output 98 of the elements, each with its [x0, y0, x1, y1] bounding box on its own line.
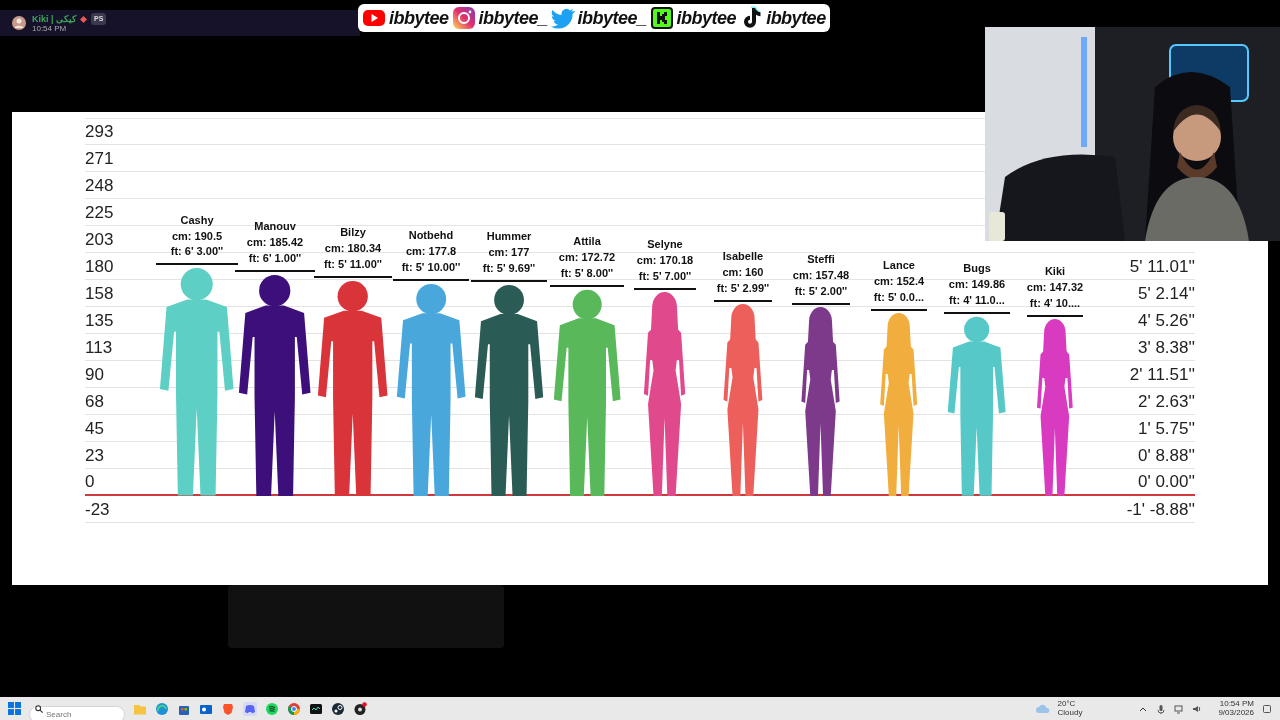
search-icon [35, 704, 43, 713]
height-cm: cm: 177 [488, 244, 530, 260]
height-cm: cm: 170.18 [636, 252, 694, 268]
axis-label: 1' 5.75'' [1138, 419, 1195, 437]
person-name: Manouv [254, 218, 296, 234]
axis-label: -23 [85, 500, 110, 518]
height-ft: ft: 6' 3.00'' [170, 244, 224, 260]
clock-date: 9/03/2026 [1218, 708, 1254, 718]
social-handle: ibbytee [676, 9, 737, 27]
height-cm: cm: 147.32 [1026, 280, 1084, 296]
height-ft: ft: 5' 0.0... [873, 290, 925, 306]
username: Kiki | کیکی [32, 14, 77, 24]
height-cm: cm: 160 [722, 265, 764, 281]
height-cm: cm: 185.42 [246, 234, 304, 250]
social-handle: ibbytee_ [577, 9, 647, 27]
height-line [1027, 315, 1083, 318]
social-handle: ibbytee [766, 9, 826, 27]
height-cm: cm: 149.86 [948, 277, 1006, 293]
terminal-icon[interactable] [309, 701, 323, 716]
twitter-icon [550, 6, 575, 30]
axis-label: -1' -8.88'' [1126, 500, 1195, 518]
timestamp: 10:54 PM [32, 25, 68, 34]
height-ft: ft: 5' 2.99'' [716, 281, 770, 297]
person-name: Isabelle [722, 249, 764, 265]
search-field[interactable]: Search [29, 706, 125, 720]
axis-label: 0 [85, 473, 95, 490]
axis-label: 225 [85, 203, 114, 221]
height-ft: ft: 5' 10.00'' [401, 259, 461, 275]
height-line [714, 300, 772, 302]
axis-label: 4' 5.26'' [1138, 311, 1195, 329]
axis-label: 135 [85, 311, 114, 329]
axis-label: 45 [85, 419, 104, 437]
height-line [792, 303, 850, 306]
person-name: Hummer [486, 228, 532, 244]
axis-label: 5' 11.01'' [1129, 257, 1195, 275]
height-ft: ft: 4' 11.0... [949, 293, 1005, 309]
height-ft: ft: 5' 11.00'' [324, 256, 382, 272]
display-icon[interactable] [1174, 703, 1185, 714]
globe-icon[interactable] [155, 701, 169, 716]
axis-label: 23 [85, 446, 104, 464]
temperature: 20°C [1057, 699, 1077, 709]
person-name: Bugs [963, 261, 991, 277]
avatar-icon [12, 16, 26, 30]
axis-label: 2' 11.51'' [1129, 365, 1195, 383]
axis-label: 248 [85, 176, 114, 194]
axis-label: 3' 8.38'' [1138, 338, 1195, 356]
mic-icon[interactable] [1156, 703, 1167, 714]
height-ft: ft: 5' 8.00'' [560, 265, 614, 281]
person-name: Cashy [180, 212, 214, 228]
axis-label: 0' 0.00'' [1138, 473, 1195, 490]
axis-label: 0' 8.88'' [1138, 446, 1195, 464]
diamond-icon [80, 15, 88, 23]
person-name: Steffi [807, 252, 835, 268]
height-ft: ft: 5' 9.69'' [482, 260, 536, 276]
weather-condition: Cloudy [1057, 708, 1083, 718]
volume-icon[interactable] [1192, 703, 1203, 714]
height-cm: cm: 152.4 [873, 274, 925, 290]
axis-label: 2' 2.63'' [1138, 392, 1195, 410]
height-ft: ft: 4' 10.... [1029, 296, 1081, 312]
person-name: Lance [883, 258, 915, 274]
axis-label: 90 [85, 365, 104, 383]
person-name: Kiki [1044, 264, 1066, 280]
record-icon[interactable] [353, 701, 367, 716]
axis-label: 271 [85, 149, 114, 167]
height-line [944, 312, 1010, 315]
axis-label: 158 [85, 284, 114, 302]
height-line [634, 287, 696, 290]
social-handle: ibbytee [389, 9, 449, 27]
kick-icon [649, 6, 674, 30]
steam-icon[interactable] [331, 701, 345, 716]
height-ft: ft: 5' 2.00'' [794, 284, 848, 300]
social-handle: ibbytee_ [478, 9, 548, 27]
height-cm: cm: 172.72 [558, 249, 616, 265]
axis-label: 293 [85, 123, 114, 140]
height-cm: cm: 180.34 [324, 240, 382, 256]
chat-icon[interactable] [243, 701, 257, 716]
axis-label: 180 [85, 257, 114, 275]
start-icon[interactable] [8, 702, 21, 715]
axis-label: 203 [85, 230, 114, 248]
height-ft: ft: 5' 7.00'' [638, 268, 692, 284]
axis-label: 113 [85, 338, 113, 356]
height-ft: ft: 6' 1.00'' [248, 250, 302, 266]
clock-time: 10:54 PM [1218, 699, 1254, 709]
music-icon[interactable] [265, 701, 279, 716]
browser-icon[interactable] [287, 701, 301, 716]
axis-label: 68 [85, 392, 104, 410]
height-line [871, 309, 927, 312]
person-name: Selyne [647, 237, 683, 252]
height-cm: cm: 190.5 [171, 228, 223, 244]
cloud-icon [1035, 704, 1050, 713]
axis-label: 5' 2.14'' [1138, 284, 1195, 302]
height-cm: cm: 177.8 [405, 243, 457, 259]
person-name: Notbehd [408, 227, 454, 243]
person-name: Attila [573, 233, 601, 249]
shield-icon[interactable] [221, 701, 235, 716]
height-cm: cm: 157.48 [792, 268, 850, 284]
notification-icon[interactable] [1262, 703, 1272, 714]
person-name: Bilzy [340, 224, 366, 240]
